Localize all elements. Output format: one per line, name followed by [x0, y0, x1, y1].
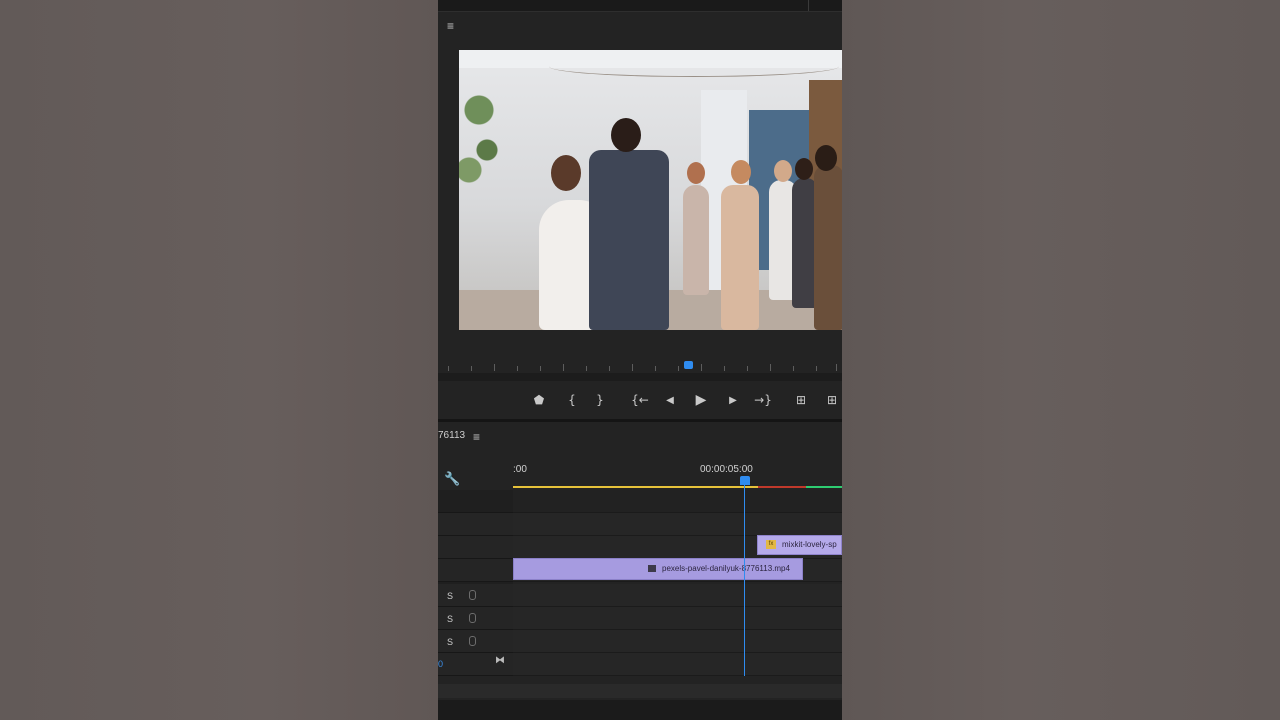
play-button[interactable]: ▶ — [690, 381, 712, 419]
mic-icon[interactable] — [469, 590, 476, 600]
top-panel-strip — [438, 0, 842, 11]
extract-button[interactable]: ⊞ — [821, 381, 842, 419]
string-lights — [549, 56, 839, 77]
track-lane-a1[interactable] — [513, 584, 842, 607]
plant-decoration — [459, 50, 499, 250]
track-header-v1[interactable] — [438, 559, 513, 582]
mic-icon[interactable] — [469, 636, 476, 646]
wrench-icon[interactable]: 🔧 — [444, 472, 460, 487]
timeline-panel-menu-icon[interactable]: ≡ — [473, 431, 480, 443]
step-back-button[interactable]: ◀ — [659, 381, 681, 419]
track-header-blank — [438, 490, 513, 513]
track-lane-top — [513, 490, 842, 513]
sequence-tab-label[interactable]: 76113 — [438, 430, 465, 441]
mic-icon[interactable] — [469, 613, 476, 623]
clip-name-label: mixkit-lovely-sp — [782, 540, 837, 549]
track-lane-v3[interactable] — [513, 513, 842, 536]
track-lane-a2[interactable] — [513, 607, 842, 630]
program-playhead-handle[interactable] — [684, 361, 693, 369]
track-header-v3[interactable] — [438, 513, 513, 536]
premiere-pro-window: ≡ ⬟ {} {← ◀ ▶ ▶ →} ⊞ ⊞ 76113 ≡ 🔧:00 00… — [438, 0, 842, 720]
timeline-playhead-line[interactable] — [744, 485, 745, 676]
clip-thumbnail-icon — [648, 565, 656, 572]
left-blurred-background — [0, 0, 438, 720]
add-marker-button[interactable]: ⬟ — [528, 381, 550, 419]
video-frame — [459, 50, 842, 330]
program-monitor-header — [438, 11, 842, 48]
program-panel-menu-icon[interactable]: ≡ — [447, 20, 454, 32]
mix-value[interactable]: 0 — [438, 659, 443, 669]
solo-toggle[interactable]: S — [447, 591, 453, 601]
clip-name-label: pexels-pavel-danilyuk-8776113.mp4 — [662, 564, 790, 573]
step-forward-button[interactable]: ▶ — [722, 381, 744, 419]
track-header-v2[interactable] — [438, 536, 513, 559]
track-lane-mix[interactable] — [513, 653, 842, 676]
render-bar-green — [806, 486, 842, 488]
adjustment-clip-mixkit[interactable]: fx mixkit-lovely-sp — [757, 535, 842, 555]
timeline-playhead-handle[interactable] — [740, 476, 750, 485]
timeline-horizontal-scrollbar[interactable] — [438, 684, 842, 698]
track-lane-a3[interactable] — [513, 630, 842, 653]
mark-out-button[interactable]: } — [589, 381, 611, 419]
program-monitor-viewer — [438, 47, 842, 357]
right-blurred-background — [842, 0, 1280, 720]
program-time-ruler[interactable] — [438, 357, 842, 373]
solo-toggle[interactable]: S — [447, 614, 453, 624]
lift-button[interactable]: ⊞ — [790, 381, 812, 419]
transport-controls: ⬟ { } {← ◀ ▶ ▶ →} ⊞ ⊞ — [438, 381, 842, 419]
timeline-time-ruler[interactable] — [513, 460, 842, 484]
mark-in-button[interactable]: { — [561, 381, 583, 419]
mix-bowtie-icon[interactable]: ⧓ — [495, 655, 505, 666]
program-scroll-track — [438, 373, 842, 381]
go-to-in-button[interactable]: {← — [629, 381, 651, 419]
timeline-panel-header — [438, 422, 842, 448]
render-bar-red — [758, 486, 806, 488]
video-clip-pexels[interactable]: pexels-pavel-danilyuk-8776113.mp4 — [513, 558, 803, 580]
work-area-bar[interactable] — [513, 486, 758, 488]
bottom-status-strip — [438, 700, 842, 720]
go-to-out-button[interactable]: →} — [752, 381, 774, 419]
groom-figure — [589, 150, 669, 330]
fx-badge-icon: fx — [766, 540, 776, 549]
solo-toggle[interactable]: S — [447, 637, 453, 647]
